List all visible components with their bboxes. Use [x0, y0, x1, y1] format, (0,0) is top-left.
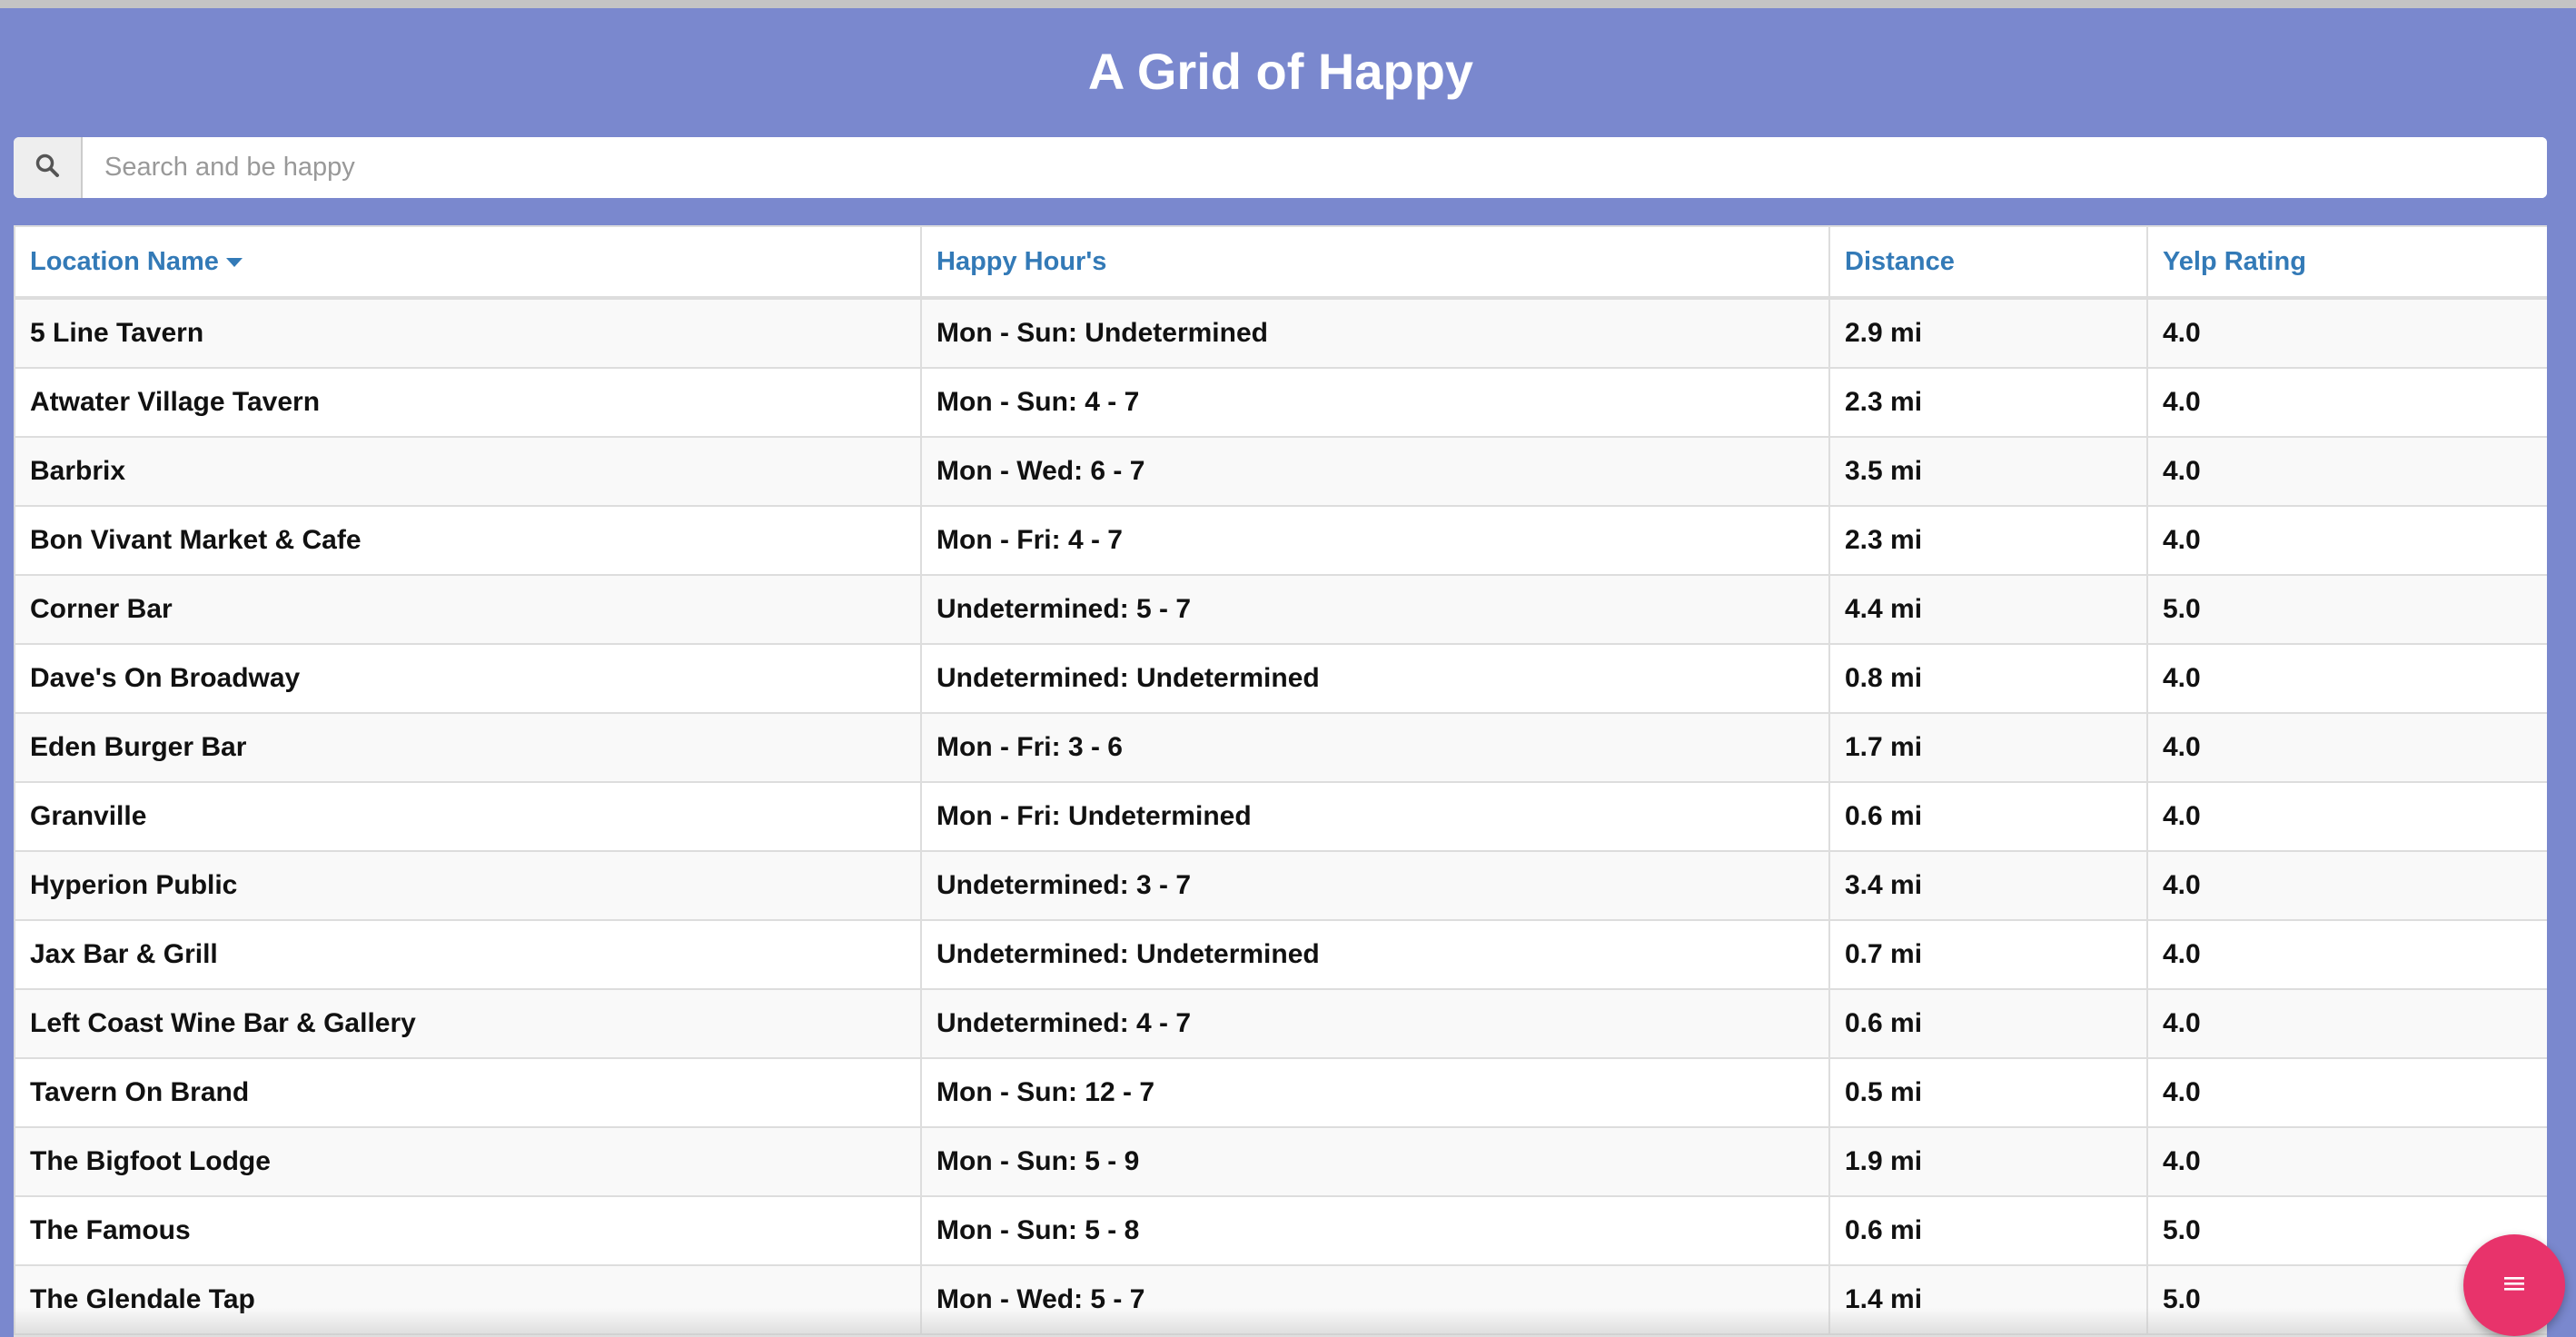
- cell-location-name: Tavern On Brand: [14, 1057, 922, 1128]
- cell-happy-hours: Undetermined: 4 - 7: [920, 988, 1830, 1059]
- cell-yelp-rating: 4.0: [2146, 712, 2547, 783]
- cell-location-name: Left Coast Wine Bar & Gallery: [14, 988, 922, 1059]
- cell-yelp-rating: 4.0: [2146, 367, 2547, 438]
- cell-location-name: Granville: [14, 781, 922, 852]
- cell-happy-hours: Mon - Fri: 4 - 7: [920, 505, 1830, 576]
- table-header-row: Location Name Happy Hour's Distance Yelp…: [14, 225, 2547, 300]
- cell-happy-hours: Mon - Wed: 5 - 7: [920, 1264, 1830, 1335]
- menu-icon: [2502, 1274, 2526, 1297]
- cell-location-name: 5 Line Tavern: [14, 297, 922, 369]
- table-row[interactable]: Jax Bar & Grill Undetermined: Undetermine…: [14, 919, 2547, 990]
- cell-happy-hours: Undetermined: Undetermined: [920, 919, 1830, 990]
- column-header-label: Distance: [1845, 246, 1955, 276]
- column-header-label: Happy Hour's: [936, 246, 1107, 276]
- cell-happy-hours: Mon - Sun: 5 - 9: [920, 1126, 1830, 1197]
- cell-location-name: The Famous: [14, 1195, 922, 1266]
- cell-happy-hours: Mon - Sun: 12 - 7: [920, 1057, 1830, 1128]
- cell-location-name: Eden Burger Bar: [14, 712, 922, 783]
- cell-yelp-rating: 4.0: [2146, 436, 2547, 507]
- cell-distance: 0.6 mi: [1828, 781, 2148, 852]
- cell-location-name: Corner Bar: [14, 574, 922, 645]
- search-addon: [14, 137, 83, 198]
- cell-happy-hours: Mon - Sun: Undetermined: [920, 297, 1830, 369]
- cell-yelp-rating: 4.0: [2146, 297, 2547, 369]
- cell-distance: 0.5 mi: [1828, 1057, 2148, 1128]
- cell-yelp-rating: 4.0: [2146, 643, 2547, 714]
- cell-distance: 2.3 mi: [1828, 505, 2148, 576]
- table-row[interactable]: Granville Mon - Fri: Undetermined 0.6 mi 4.…: [14, 781, 2547, 852]
- cell-yelp-rating: 4.0: [2146, 781, 2547, 852]
- table-row[interactable]: Dave's On Broadway Undetermined: Undeterm…: [14, 643, 2547, 714]
- column-header-location-name[interactable]: Location Name: [14, 225, 922, 300]
- cell-distance: 1.7 mi: [1828, 712, 2148, 783]
- cell-yelp-rating: 4.0: [2146, 505, 2547, 576]
- cell-distance: 4.4 mi: [1828, 574, 2148, 645]
- table-row[interactable]: Barbrix Mon - Wed: 6 - 7 3.5 mi 4.0: [14, 436, 2547, 507]
- cell-location-name: The Glendale Tap: [14, 1264, 922, 1335]
- cell-location-name: Barbrix: [14, 436, 922, 507]
- cell-location-name: Atwater Village Tavern: [14, 367, 922, 438]
- menu-fab-button[interactable]: [2463, 1234, 2565, 1336]
- browser-top-strip: [0, 0, 2576, 8]
- cell-happy-hours: Mon - Fri: 3 - 6: [920, 712, 1830, 783]
- cell-location-name: Dave's On Broadway: [14, 643, 922, 714]
- cell-distance: 1.9 mi: [1828, 1126, 2148, 1197]
- sort-caret-down-icon: [225, 257, 243, 267]
- column-header-yelp-rating[interactable]: Yelp Rating: [2146, 225, 2547, 300]
- cell-distance: 0.8 mi: [1828, 643, 2148, 714]
- search-icon: [35, 153, 60, 183]
- table-row[interactable]: The Bigfoot Lodge Mon - Sun: 5 - 9 1.9 mi 4…: [14, 1126, 2547, 1197]
- cell-location-name: Jax Bar & Grill: [14, 919, 922, 990]
- cell-happy-hours: Mon - Sun: 5 - 8: [920, 1195, 1830, 1266]
- search-input[interactable]: [83, 137, 2547, 198]
- cell-distance: 2.9 mi: [1828, 297, 2148, 369]
- locations-table: Location Name Happy Hour's Distance Yelp…: [14, 225, 2547, 1335]
- column-header-label: Yelp Rating: [2163, 246, 2306, 276]
- page-title: A Grid of Happy: [1087, 43, 1474, 100]
- cell-distance: 3.4 mi: [1828, 850, 2148, 921]
- table-body: 5 Line Tavern Mon - Sun: Undetermined 2.9 …: [14, 297, 2547, 1335]
- column-header-label: Location Name: [30, 246, 219, 276]
- cell-distance: 0.7 mi: [1828, 919, 2148, 990]
- table-row[interactable]: The Glendale Tap Mon - Wed: 5 - 7 1.4 mi 5.…: [14, 1264, 2547, 1335]
- column-header-happy-hours[interactable]: Happy Hour's: [920, 225, 1830, 300]
- cell-yelp-rating: 4.0: [2146, 850, 2547, 921]
- cell-distance: 2.3 mi: [1828, 367, 2148, 438]
- cell-location-name: The Bigfoot Lodge: [14, 1126, 922, 1197]
- scrollbar-track[interactable]: [2561, 8, 2576, 1337]
- table-row[interactable]: 5 Line Tavern Mon - Sun: Undetermined 2.9 …: [14, 297, 2547, 369]
- table-row[interactable]: Left Coast Wine Bar & Gallery Undetermine…: [14, 988, 2547, 1059]
- cell-happy-hours: Undetermined: 5 - 7: [920, 574, 1830, 645]
- column-header-distance[interactable]: Distance: [1828, 225, 2148, 300]
- table-row[interactable]: The Famous Mon - Sun: 5 - 8 0.6 mi 5.0: [14, 1195, 2547, 1266]
- cell-location-name: Hyperion Public: [14, 850, 922, 921]
- table-row[interactable]: Hyperion Public Undetermined: 3 - 7 3.4 mi…: [14, 850, 2547, 921]
- cell-distance: 0.6 mi: [1828, 988, 2148, 1059]
- cell-happy-hours: Undetermined: 3 - 7: [920, 850, 1830, 921]
- cell-happy-hours: Mon - Fri: Undetermined: [920, 781, 1830, 852]
- locations-table-container: Location Name Happy Hour's Distance Yelp…: [14, 225, 2547, 1337]
- cell-distance: 3.5 mi: [1828, 436, 2148, 507]
- cell-yelp-rating: 4.0: [2146, 919, 2547, 990]
- search-bar: [14, 137, 2547, 198]
- table-row[interactable]: Corner Bar Undetermined: 5 - 7 4.4 mi 5.0: [14, 574, 2547, 645]
- cell-happy-hours: Mon - Sun: 4 - 7: [920, 367, 1830, 438]
- table-row[interactable]: Atwater Village Tavern Mon - Sun: 4 - 7 2.…: [14, 367, 2547, 438]
- cell-yelp-rating: 4.0: [2146, 988, 2547, 1059]
- cell-location-name: Bon Vivant Market & Cafe: [14, 505, 922, 576]
- cell-distance: 1.4 mi: [1828, 1264, 2148, 1335]
- cell-distance: 0.6 mi: [1828, 1195, 2148, 1266]
- cell-happy-hours: Mon - Wed: 6 - 7: [920, 436, 1830, 507]
- table-row[interactable]: Bon Vivant Market & Cafe Mon - Fri: 4 - 7…: [14, 505, 2547, 576]
- cell-yelp-rating: 4.0: [2146, 1057, 2547, 1128]
- cell-yelp-rating: 4.0: [2146, 1126, 2547, 1197]
- cell-yelp-rating: 5.0: [2146, 574, 2547, 645]
- table-row[interactable]: Eden Burger Bar Mon - Fri: 3 - 6 1.7 mi 4.0: [14, 712, 2547, 783]
- cell-happy-hours: Undetermined: Undetermined: [920, 643, 1830, 714]
- table-row[interactable]: Tavern On Brand Mon - Sun: 12 - 7 0.5 mi 4.…: [14, 1057, 2547, 1128]
